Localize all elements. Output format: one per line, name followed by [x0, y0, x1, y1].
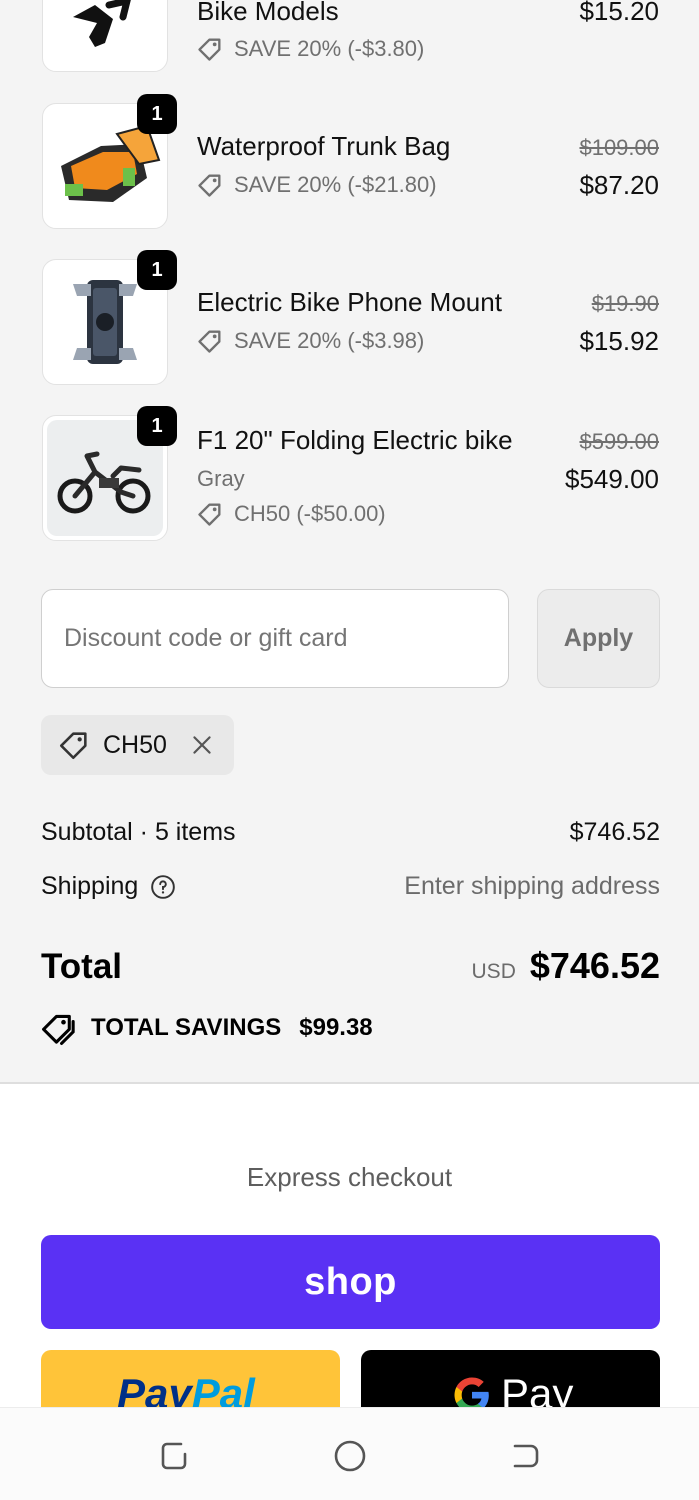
tag-icon	[198, 503, 221, 526]
item-discount-label: SAVE 20% (-$3.80)	[234, 36, 425, 61]
total-savings-value: $99.38	[299, 1014, 373, 1041]
item-price: $15.20	[579, 0, 659, 26]
applied-discount-code: CH50	[103, 730, 167, 759]
total-label: Total	[41, 947, 123, 986]
item-discount-label: SAVE 20% (-$3.98)	[234, 328, 425, 353]
tag-icon	[198, 330, 221, 353]
item-price: $549.00	[565, 464, 659, 494]
system-navigation-bar	[0, 1407, 699, 1500]
product-thumbnail: 1	[42, 406, 177, 541]
item-name: F1 20" Folding Electric bike	[197, 425, 513, 455]
item-discount: SAVE 20% (-$21.80)	[196, 171, 437, 199]
remove-discount-icon[interactable]	[189, 732, 215, 758]
total-amount-group: USD $746.52	[472, 945, 660, 987]
subtotal-row: Subtotal · 5 items $746.52	[41, 818, 660, 847]
savings-tag-icon	[42, 1014, 75, 1045]
home-button[interactable]	[332, 1438, 368, 1474]
home-icon	[334, 1440, 366, 1472]
total-row: Total USD $746.52	[41, 945, 660, 987]
express-checkout-label: Express checkout	[246, 1162, 453, 1192]
subtotal-value: $746.52	[569, 818, 660, 846]
product-thumbnail	[42, 0, 168, 72]
tag-icon	[198, 38, 221, 61]
discount-code-input[interactable]	[41, 589, 509, 688]
item-original-price: $599.00	[579, 429, 659, 454]
applied-discount-chip: CH50	[41, 715, 234, 775]
item-price: $87.20	[579, 170, 659, 200]
shipping-label: Shipping	[41, 872, 139, 900]
tag-icon	[198, 174, 221, 197]
back-button[interactable]	[507, 1438, 543, 1474]
item-discount-label: SAVE 20% (-$21.80)	[234, 172, 437, 197]
item-discount: CH50 (-$50.00)	[196, 500, 386, 528]
item-name: Waterproof Trunk Bag	[197, 131, 451, 161]
shipping-label-group: Shipping	[41, 872, 176, 901]
shop-pay-button[interactable]: shop	[41, 1235, 660, 1329]
apply-discount-button[interactable]: Apply	[537, 589, 660, 688]
back-icon	[513, 1444, 539, 1468]
item-original-price: $109.00	[579, 135, 659, 160]
quantity-badge: 1	[137, 250, 177, 290]
item-variant: Gray	[197, 466, 245, 491]
quantity-badge: 1	[137, 406, 177, 446]
item-price: $15.92	[579, 326, 659, 356]
item-discount-label: CH50 (-$50.00)	[234, 501, 386, 526]
order-summary: Bike Models SAVE 20% (-$3.80) $15.20 1 W…	[0, 0, 699, 1084]
item-name: Electric Bike Phone Mount	[197, 287, 502, 317]
help-icon[interactable]	[150, 874, 176, 900]
total-savings: TOTAL SAVINGS $99.38	[41, 1010, 373, 1046]
shipping-row: Shipping Enter shipping address	[41, 872, 660, 901]
quantity-badge: 1	[137, 94, 177, 134]
currency-code: USD	[471, 960, 516, 983]
item-original-price: $19.90	[591, 291, 659, 316]
subtotal-label: Subtotal · 5 items	[41, 818, 236, 846]
product-thumbnail: 1	[42, 250, 177, 385]
item-discount: SAVE 20% (-$3.98)	[196, 327, 424, 355]
total-amount: $746.52	[529, 945, 660, 986]
item-discount: SAVE 20% (-$3.80)	[196, 35, 424, 63]
recent-apps-button[interactable]	[157, 1438, 193, 1474]
bottle-cage-icon	[73, 0, 131, 47]
shipping-value: Enter shipping address	[404, 872, 660, 900]
total-savings-label: TOTAL SAVINGS	[91, 1014, 282, 1041]
recent-apps-icon	[161, 1442, 187, 1470]
tag-icon	[57, 728, 91, 762]
item-name: Bike Models	[197, 0, 339, 26]
product-thumbnail: 1	[42, 94, 177, 229]
